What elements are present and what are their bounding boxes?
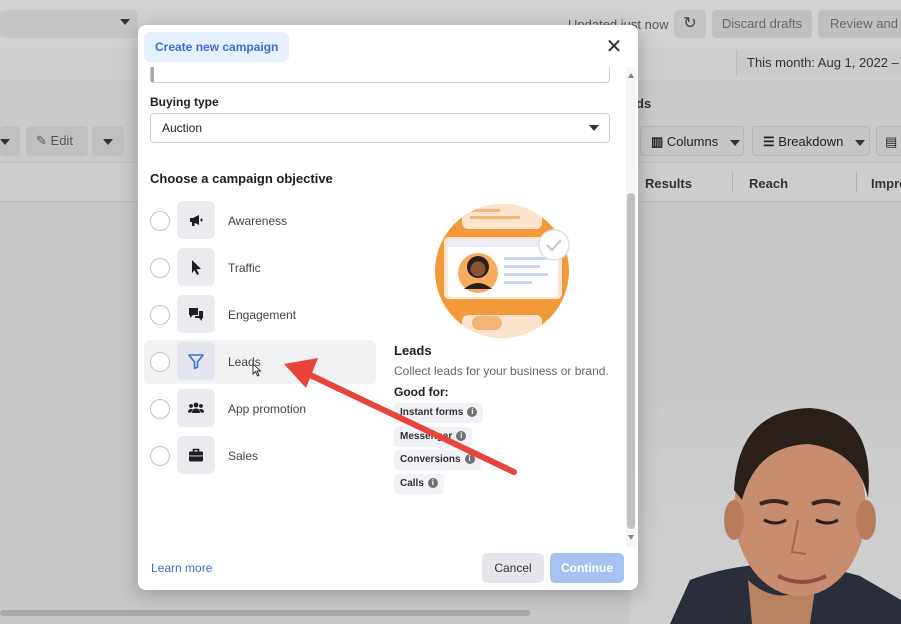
discard-drafts-button[interactable]: Discard drafts: [712, 10, 812, 38]
objective-sales[interactable]: Sales: [144, 434, 376, 478]
objective-detail-description: Collect leads for your business or brand…: [394, 364, 609, 378]
objective-label: App promotion: [228, 402, 307, 416]
tab-label-partial: ds: [636, 96, 652, 111]
buying-type-label: Buying type: [150, 95, 219, 109]
radio-button[interactable]: [150, 352, 170, 372]
objective-label: Traffic: [228, 261, 261, 275]
create-campaign-modal: Create new campaign ✕ Buying type Auctio…: [138, 25, 638, 590]
continue-button[interactable]: Continue: [550, 553, 624, 583]
megaphone-icon: [177, 201, 215, 239]
good-for-label: Good for:: [394, 385, 449, 399]
info-icon[interactable]: i: [456, 430, 467, 441]
info-icon[interactable]: i: [464, 454, 475, 465]
good-for-chips: Instant forms i Messenger i Conversions i C…: [394, 403, 614, 497]
modal-scroll-area: Buying type Auction Choose a campaign ob…: [138, 67, 638, 547]
radio-button[interactable]: [150, 211, 170, 231]
columns-button[interactable]: ▥ Columns: [640, 126, 744, 156]
chip-label: Calls: [400, 477, 424, 489]
chip-messenger: Messenger i: [394, 426, 473, 447]
column-header-results[interactable]: Results: [645, 176, 692, 191]
radio-button[interactable]: [150, 399, 170, 419]
radio-button[interactable]: [150, 446, 170, 466]
leads-illustration: [435, 204, 570, 338]
chip-instant-forms: Instant forms i: [394, 403, 484, 423]
refresh-button[interactable]: ↻: [674, 10, 706, 38]
review-publish-button[interactable]: Review and p: [818, 10, 901, 38]
caret-down-icon: [729, 139, 740, 146]
modal-title-tab[interactable]: Create new campaign: [144, 32, 290, 62]
scroll-down-icon[interactable]: [628, 535, 634, 540]
refresh-icon: ↻: [683, 15, 697, 32]
funnel-icon: [177, 342, 215, 380]
objective-label: Awareness: [228, 214, 288, 228]
info-icon[interactable]: i: [467, 407, 478, 418]
column-divider: [856, 172, 857, 192]
date-range-picker[interactable]: This month: Aug 1, 2022 – Au: [736, 50, 901, 76]
column-header-impressions[interactable]: Impre: [871, 176, 901, 191]
pencil-icon: ✎: [36, 133, 47, 148]
objective-section-title: Choose a campaign objective: [150, 171, 333, 186]
breakdown-label: Breakdown: [778, 134, 844, 149]
scroll-up-icon[interactable]: [628, 73, 634, 78]
people-icon: [177, 389, 215, 427]
cursor-icon: [177, 248, 215, 286]
objective-engagement[interactable]: Engagement: [144, 293, 376, 337]
close-icon[interactable]: ✕: [604, 37, 624, 57]
objective-traffic[interactable]: Traffic: [144, 246, 376, 290]
chip-label: Messenger: [400, 430, 453, 442]
scrollbar-thumb[interactable]: [627, 193, 635, 529]
presenter-figure: [630, 380, 901, 624]
presenter-webcam: [630, 380, 901, 624]
reports-button[interactable]: ▤: [876, 126, 901, 156]
info-icon[interactable]: i: [427, 477, 438, 488]
horizontal-scrollbar[interactable]: [0, 610, 530, 616]
mouse-pointer-icon: [252, 363, 262, 377]
reports-icon: ▤: [885, 134, 898, 149]
objective-awareness[interactable]: Awareness: [144, 199, 376, 243]
chip-calls: Calls i: [394, 473, 444, 494]
caret-down-icon: [0, 138, 10, 145]
columns-icon: ▥: [651, 134, 664, 149]
caret-down-icon: [854, 139, 865, 146]
objective-label: Sales: [228, 449, 259, 463]
field-accent-bar: [151, 67, 154, 82]
objective-list: Awareness Traffic Engagement Leads App p…: [144, 199, 376, 481]
radio-button[interactable]: [150, 258, 170, 278]
learn-more-link[interactable]: Learn more: [151, 561, 212, 575]
edit-button[interactable]: ✎ Edit: [26, 126, 88, 156]
caret-down-icon: [103, 138, 113, 145]
objective-detail-title: Leads: [394, 343, 432, 358]
objective-leads[interactable]: Leads: [144, 340, 376, 384]
briefcase-icon: [177, 436, 215, 474]
radio-button[interactable]: [150, 305, 170, 325]
chat-bubbles-icon: [177, 295, 215, 333]
objective-label: Engagement: [228, 308, 297, 322]
toolbar-dropdown-button[interactable]: [0, 126, 20, 156]
cancel-button[interactable]: Cancel: [482, 553, 544, 583]
chip-label: Instant forms: [400, 407, 464, 418]
breakdown-button[interactable]: ☰ Breakdown: [752, 126, 870, 156]
chip-label: Conversions: [400, 454, 461, 465]
chip-conversions: Conversions i: [394, 450, 481, 470]
chevron-down-icon: [120, 19, 130, 25]
objective-app-promotion[interactable]: App promotion: [144, 387, 376, 431]
account-selector[interactable]: [0, 10, 138, 38]
breakdown-icon: ☰: [763, 134, 775, 149]
buying-type-select[interactable]: Auction: [150, 113, 610, 143]
caret-down-icon: [589, 125, 599, 131]
buying-type-value: Auction: [162, 121, 203, 135]
column-header-reach[interactable]: Reach: [749, 176, 788, 191]
edit-label: Edit: [50, 133, 73, 148]
edit-more-button[interactable]: [92, 126, 124, 156]
columns-label: Columns: [666, 134, 719, 149]
column-divider: [732, 172, 733, 192]
campaign-name-field[interactable]: [150, 67, 610, 83]
